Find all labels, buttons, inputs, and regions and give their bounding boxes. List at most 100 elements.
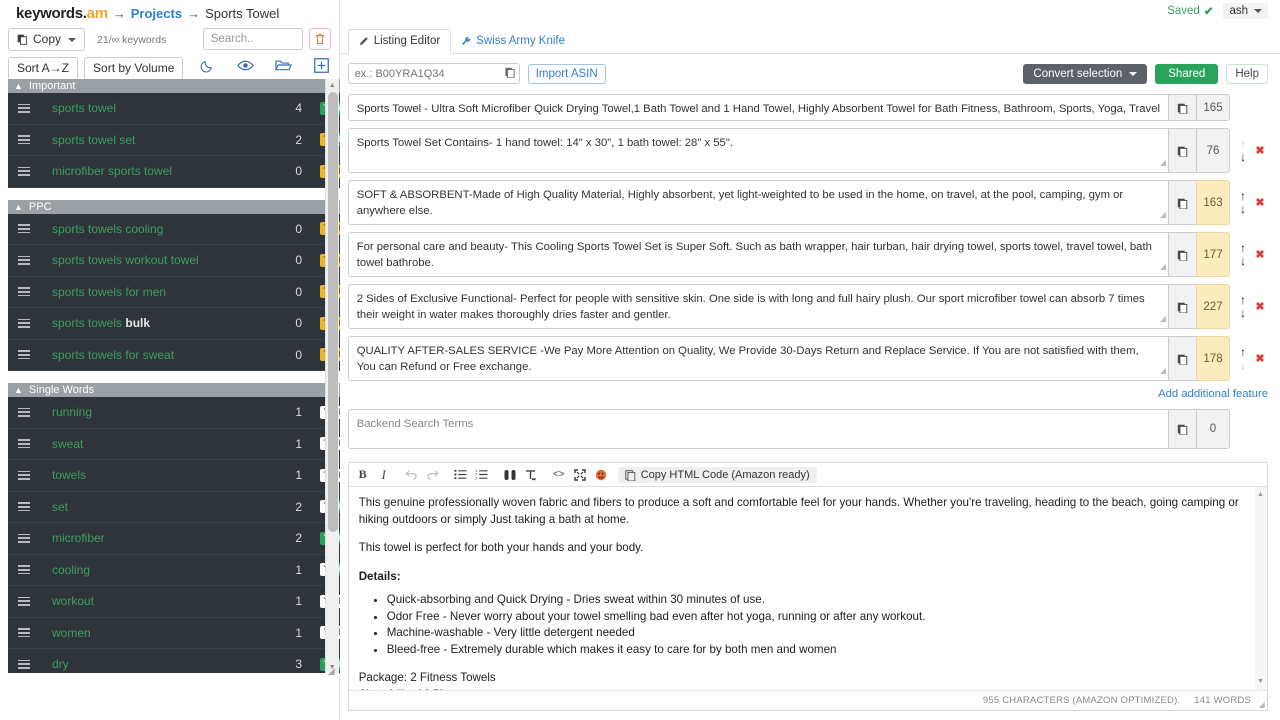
textarea-resize-handle[interactable]: ◢ (1160, 259, 1166, 275)
tab-listing-editor[interactable]: Listing Editor (348, 29, 451, 54)
copy-html-button[interactable]: Copy HTML Code (Amazon ready) (618, 467, 817, 483)
copy-field-button[interactable] (1168, 180, 1196, 225)
drag-handle-icon[interactable] (18, 167, 32, 176)
clear-format-icon[interactable] (521, 466, 541, 484)
drag-handle-icon[interactable] (18, 565, 32, 574)
move-down-icon[interactable]: ↓ (1240, 204, 1246, 215)
undo-icon[interactable] (402, 466, 422, 484)
panel-resize-handle[interactable]: ◢ (328, 666, 338, 676)
find-icon[interactable] (500, 466, 520, 484)
keyword-label[interactable]: sports towels workout towel (32, 253, 278, 267)
move-up-icon[interactable]: ↑ (1240, 139, 1246, 150)
sort-az-button[interactable]: Sort A→Z (8, 57, 78, 80)
drag-handle-icon[interactable] (18, 439, 32, 448)
add-box-icon[interactable] (313, 56, 331, 74)
keyword-label[interactable]: cooling (32, 563, 278, 577)
textarea-resize-handle[interactable]: ◢ (1160, 155, 1166, 171)
keyword-label[interactable]: sports towels cooling (32, 222, 278, 236)
copy-field-button[interactable] (1168, 336, 1196, 381)
bullet-point-input-1[interactable]: Sports Towel Set Contains- 1 hand towel:… (348, 128, 1168, 173)
description-scrollbar[interactable]: ▲ ▼ (1255, 487, 1266, 690)
sort-volume-button[interactable]: Sort by Volume (84, 57, 183, 80)
drag-handle-icon[interactable] (18, 628, 32, 637)
delete-field-icon[interactable]: ✖ (1252, 128, 1268, 173)
move-up-icon[interactable]: ↑ (1240, 191, 1246, 202)
textarea-resize-handle[interactable]: ◢ (1160, 311, 1166, 327)
backend-search-terms-input[interactable]: Backend Search Terms (348, 409, 1168, 449)
shared-button[interactable]: Shared (1155, 64, 1218, 84)
keyword-list-scrollbar[interactable]: ▲ ▼ (325, 79, 339, 673)
drag-handle-icon[interactable] (18, 534, 32, 543)
editor-resize-handle[interactable]: ◢ (1259, 700, 1265, 709)
tab-swiss-army-knife[interactable]: Swiss Army Knife (451, 30, 575, 53)
move-up-icon[interactable]: ↑ (1240, 347, 1246, 358)
drag-handle-icon[interactable] (18, 135, 32, 144)
bullet-point-input-4[interactable]: 2 Sides of Exclusive Functional- Perfect… (348, 284, 1168, 329)
italic-icon[interactable]: I (374, 466, 394, 484)
drag-handle-icon[interactable] (18, 224, 32, 233)
textarea-resize-handle[interactable]: ◢ (1160, 207, 1166, 223)
move-down-icon[interactable]: ↓ (1240, 308, 1246, 319)
paste-icon[interactable] (505, 66, 515, 81)
add-additional-feature-link[interactable]: Add additional feature (1158, 388, 1268, 400)
copy-field-button[interactable] (1168, 409, 1196, 449)
drag-handle-icon[interactable] (18, 660, 32, 669)
copy-field-button[interactable] (1168, 128, 1196, 173)
numbered-list-icon[interactable]: 123 (472, 466, 492, 484)
drag-handle-icon[interactable] (18, 471, 32, 480)
drag-handle-icon[interactable] (18, 502, 32, 511)
copy-field-button[interactable] (1168, 232, 1196, 277)
keyword-label[interactable]: sports towels bulk (32, 316, 278, 330)
keyword-label[interactable]: dry (32, 657, 278, 671)
search-input[interactable] (203, 28, 303, 50)
scroll-up-arrow[interactable]: ▲ (1255, 487, 1266, 504)
bullet-point-input-2[interactable]: SOFT & ABSORBENT-Made of High Quality Ma… (348, 180, 1168, 225)
keyword-label[interactable]: sports towel set (32, 133, 278, 147)
keyword-label[interactable]: towels (32, 468, 278, 482)
keyword-label[interactable]: workout (32, 594, 278, 608)
move-down-icon[interactable]: ↓ (1240, 256, 1246, 267)
keyword-label[interactable]: microfiber (32, 531, 278, 545)
keyword-label[interactable]: running (32, 405, 278, 419)
move-up-icon[interactable]: ↑ (1240, 295, 1246, 306)
drag-handle-icon[interactable] (18, 256, 32, 265)
delete-field-icon[interactable]: ✖ (1252, 284, 1268, 329)
drag-handle-icon[interactable] (18, 287, 32, 296)
scroll-down-arrow[interactable]: ▼ (1255, 674, 1266, 691)
emoji-icon[interactable] (591, 466, 611, 484)
bold-icon[interactable]: B (353, 466, 373, 484)
asin-input[interactable] (348, 63, 520, 84)
help-button[interactable]: Help (1226, 64, 1268, 84)
move-down-icon[interactable]: ↓ (1240, 360, 1246, 371)
product-title-input[interactable]: Sports Towel - Ultra Soft Microfiber Qui… (348, 94, 1168, 121)
code-icon[interactable]: <> (549, 466, 569, 484)
move-down-icon[interactable]: ↓ (1240, 152, 1246, 163)
copy-field-button[interactable] (1168, 284, 1196, 329)
textarea-resize-handle[interactable]: ◢ (1160, 363, 1166, 379)
delete-field-icon[interactable]: ✖ (1252, 336, 1268, 381)
redo-icon[interactable] (423, 466, 443, 484)
delete-field-icon[interactable]: ✖ (1252, 180, 1268, 225)
user-menu[interactable]: ash (1223, 3, 1268, 19)
bullet-point-input-3[interactable]: For personal care and beauty- This Cooli… (348, 232, 1168, 277)
copy-button[interactable]: Copy (8, 28, 85, 51)
drag-handle-icon[interactable] (18, 104, 32, 113)
convert-selection-button[interactable]: Convert selection (1023, 64, 1147, 84)
keyword-label[interactable]: set (32, 500, 278, 514)
scroll-up-arrow[interactable]: ▲ (326, 79, 339, 91)
folder-icon[interactable] (275, 56, 293, 74)
drag-handle-icon[interactable] (18, 350, 32, 359)
bullet-point-input-5[interactable]: QUALITY AFTER-SALES SERVICE -We Pay More… (348, 336, 1168, 381)
keyword-label[interactable]: sports towel (32, 101, 278, 115)
keyword-label[interactable]: microfiber sports towel (32, 164, 278, 178)
bullet-list-icon[interactable] (451, 466, 471, 484)
delete-field-icon[interactable]: ✖ (1252, 232, 1268, 277)
keyword-label[interactable]: women (32, 626, 278, 640)
drag-handle-icon[interactable] (18, 408, 32, 417)
keyword-label[interactable]: sports towels for sweat (32, 348, 278, 362)
copy-field-button[interactable] (1168, 94, 1196, 121)
move-up-icon[interactable]: ↑ (1240, 243, 1246, 254)
import-asin-button[interactable]: Import ASIN (528, 64, 606, 84)
fullscreen-icon[interactable] (570, 466, 590, 484)
breadcrumb-projects-link[interactable]: Projects (131, 6, 182, 21)
